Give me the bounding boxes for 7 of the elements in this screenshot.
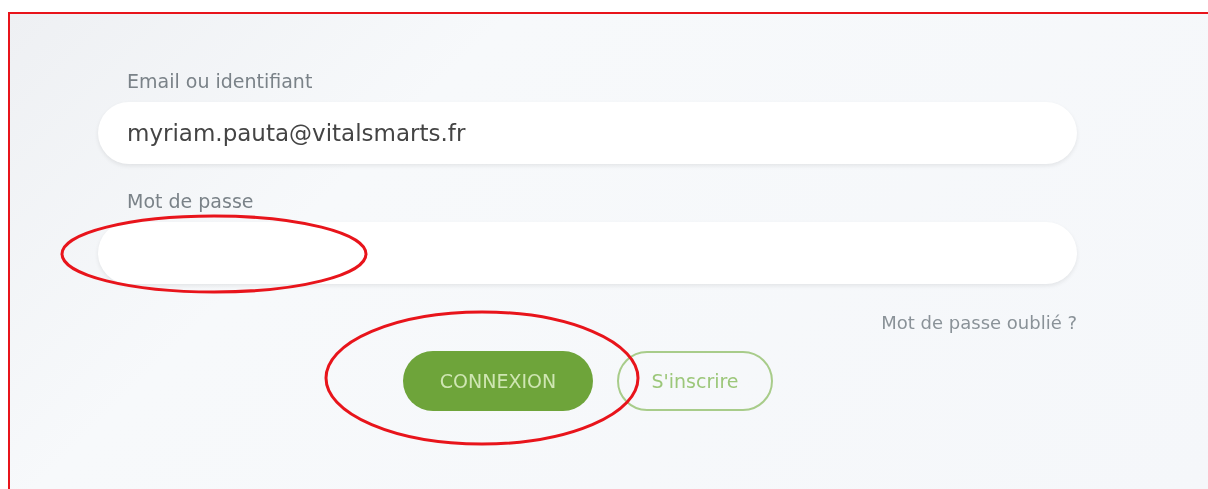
signup-button[interactable]: S'inscrire [617, 351, 773, 411]
password-label: Mot de passe [127, 190, 255, 212]
forgot-password-link[interactable]: Mot de passe oublié ? [881, 312, 1077, 333]
email-field[interactable]: myriam.pauta@vitalsmarts.fr [98, 102, 1077, 164]
login-button[interactable]: CONNEXION [403, 351, 593, 411]
email-label: Email ou identifiant [127, 70, 314, 92]
password-field[interactable] [98, 222, 1077, 284]
